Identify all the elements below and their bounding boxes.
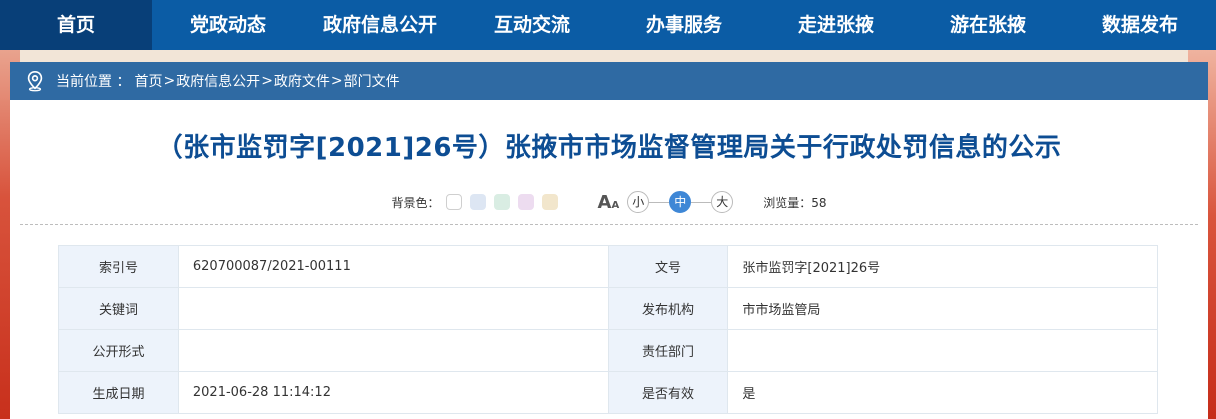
bg-swatch-pink[interactable] [517,194,534,210]
reading-tools: 背景色： AA 小 中 大 浏览量：58 [10,190,1208,214]
meta-value-keywords [177,287,609,330]
bg-swatch-green[interactable] [493,194,510,210]
table-row: 关键词 发布机构 市市场监管局 [58,287,1158,330]
breadcrumb-link-gov-info[interactable]: 政府信息公开 [176,71,260,91]
nav-item-data[interactable]: 数据发布 [1064,0,1216,50]
nav-item-services[interactable]: 办事服务 [608,0,760,50]
divider [20,224,1198,225]
page-title: （张市监罚字[2021]26号）张掖市市场监督管理局关于行政处罚信息的公示 [156,133,1062,163]
meta-value-responsible-dept [727,329,1158,372]
table-row: 生成日期 2021-06-28 11:14:12 是否有效 是 [58,371,1158,414]
nav-item-gov-info[interactable]: 政府信息公开 [304,0,456,50]
font-size-icon: AA [597,191,620,213]
meta-key-validity: 是否有效 [607,371,729,414]
breadcrumb-separator: > [261,73,273,89]
breadcrumb-label: 当前位置 ： [56,74,131,90]
meta-key-publisher: 发布机构 [607,287,729,330]
content-panel: 当前位置 ： 首页 > 政府信息公开 > 政府文件 > 部门文件 （张市监罚字[… [10,62,1208,419]
breadcrumb-link-dept-docs[interactable]: 部门文件 [344,71,400,91]
nav-item-about[interactable]: 走进张掖 [760,0,912,50]
meta-value-publisher: 市市场监管局 [727,287,1158,330]
breadcrumb-separator: > [330,73,343,89]
font-size-small-button[interactable]: 小 [627,191,650,213]
breadcrumb-separator: > [163,73,176,89]
meta-value-disclosure-form [177,329,609,372]
size-divider [691,201,712,203]
nav-item-tourism[interactable]: 游在张掖 [912,0,1064,50]
meta-key-created-date: 生成日期 [58,371,179,414]
meta-value-validity: 是 [727,371,1158,414]
meta-value-created-date: 2021-06-28 11:14:12 [177,371,609,414]
metadata-table: 索引号 620700087/2021-00111 文号 张市监罚字[2021]2… [58,245,1158,414]
table-row: 索引号 620700087/2021-00111 文号 张市监罚字[2021]2… [58,245,1158,288]
nav-item-home[interactable]: 首页 [0,0,152,50]
breadcrumb: 当前位置 ： 首页 > 政府信息公开 > 政府文件 > 部门文件 [10,62,1208,100]
nav-item-party-news[interactable]: 党政动态 [152,0,304,50]
meta-key-keywords: 关键词 [58,287,179,330]
bg-swatch-blue[interactable] [469,194,486,210]
meta-key-docno: 文号 [607,245,729,288]
breadcrumb-link-home[interactable]: 首页 [134,71,162,91]
view-count: 浏览量：58 [763,195,827,210]
meta-key-responsible-dept: 责任部门 [607,329,729,372]
bg-swatch-white[interactable] [445,194,462,210]
bg-color-label: 背景色： [391,195,440,210]
location-pin-icon [27,71,43,92]
meta-value-docno: 张市监罚字[2021]26号 [727,245,1158,288]
meta-key-disclosure-form: 公开形式 [58,329,179,372]
nav-item-interaction[interactable]: 互动交流 [456,0,608,50]
meta-key-index: 索引号 [58,245,179,288]
breadcrumb-link-gov-docs[interactable]: 政府文件 [274,71,330,91]
table-row: 公开形式 责任部门 [58,329,1158,372]
font-size-large-button[interactable]: 大 [711,191,734,213]
size-divider [649,201,670,203]
meta-value-index: 620700087/2021-00111 [177,245,609,288]
main-nav: 首页 党政动态 政府信息公开 互动交流 办事服务 走进张掖 游在张掖 数据发布 [0,0,1216,50]
font-size-medium-button[interactable]: 中 [669,191,692,213]
bg-swatch-yellow[interactable] [541,194,558,210]
